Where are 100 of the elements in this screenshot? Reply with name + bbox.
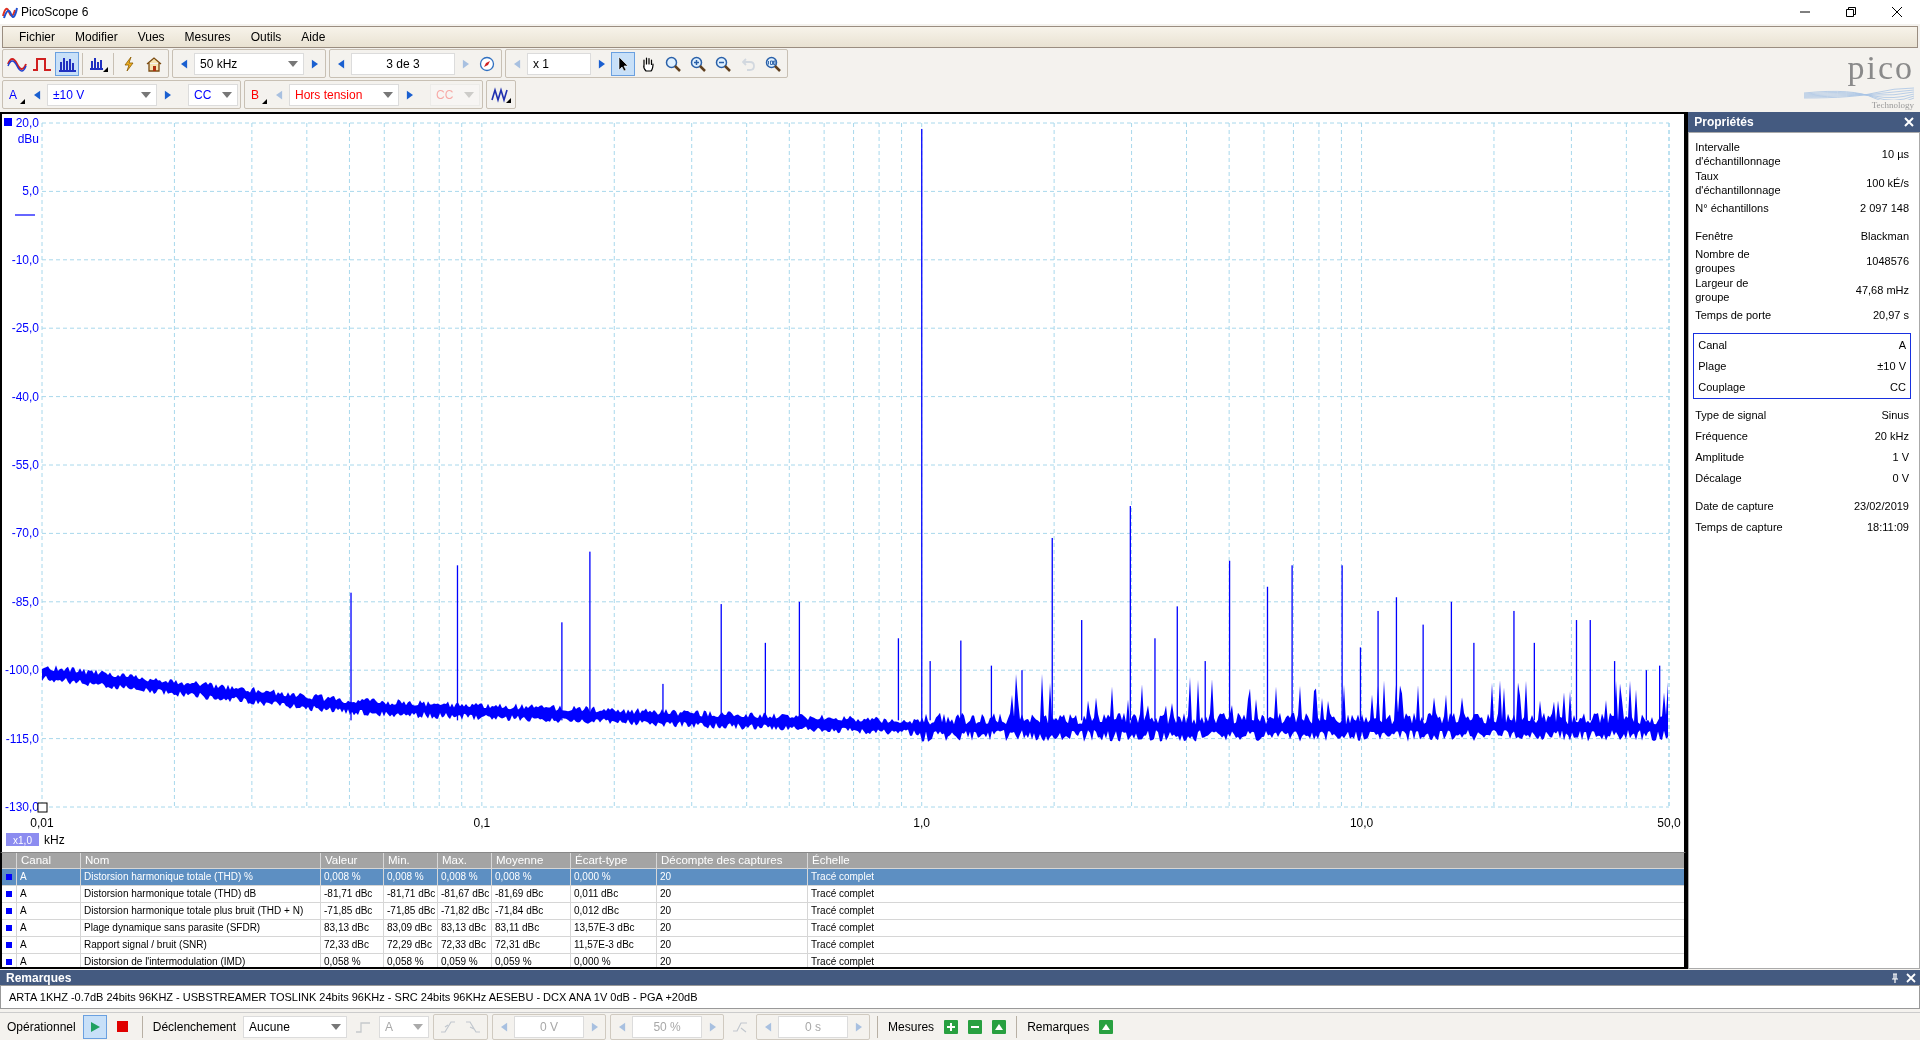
table-cell: 0,012 dBc — [570, 903, 656, 919]
property-value: CC — [1890, 381, 1906, 393]
trigger-mode-dropdown[interactable]: Aucune — [243, 1015, 348, 1038]
channel-marker-icon — [4, 118, 12, 126]
table-cell: 83,11 dBc — [491, 920, 570, 936]
property-value: 20,97 s — [1872, 309, 1909, 321]
table-row[interactable]: A Distorsion harmonique totale (THD) dB -81,71 dBc -81,71 dBc -81,67 dBc -81,69 dBc 0,011 dBc 20 Tracé complet — [2, 886, 1685, 903]
magnifier-icon — [690, 55, 706, 72]
table-cell: 0,008 % — [437, 869, 491, 885]
caret-icon — [383, 91, 393, 98]
stop-icon — [117, 1021, 129, 1032]
coupling-dropdown[interactable]: CC — [188, 83, 238, 106]
left-arrow-icon — [500, 1021, 508, 1032]
menu-item[interactable]: Vues — [127, 27, 175, 47]
channel-marker-icon — [6, 908, 12, 914]
menu-item[interactable]: Fichier — [9, 27, 65, 47]
view-mode-button[interactable] — [55, 51, 79, 76]
y-axis-label: -115,0 — [5, 731, 39, 746]
table-cell: 0,008 % — [383, 869, 437, 885]
left-arrow-icon — [337, 58, 345, 69]
channel-marker-icon — [6, 942, 12, 948]
table-cell: A — [16, 903, 80, 919]
y-axis-label: -130,0 — [4, 800, 39, 814]
caret-icon — [141, 91, 151, 98]
table-cell: Plage dynamique sans parasite (SFDR) — [80, 920, 320, 936]
property-label: Temps de capture — [1695, 520, 1783, 534]
table-cell: 13,57E-3 dBc — [570, 920, 656, 936]
table-row[interactable]: A Distorsion harmonique totale plus bruit (THD + N) -71,85 dBc -71,85 dBc -71,82 dBc -71,84 dBc 0,012 dBc 20 Tracé complet — [2, 903, 1685, 920]
logo-tagline: Technology — [1871, 100, 1914, 110]
property-label: Temps de porte — [1695, 308, 1772, 322]
menu-item[interactable]: Aide — [291, 27, 336, 47]
sine-wave-icon — [7, 55, 27, 72]
table-cell: -71,85 dBc — [383, 903, 437, 919]
caret-icon — [331, 1023, 342, 1030]
timebase-dropdown[interactable]: 50 kHz — [194, 52, 304, 75]
table-cell: Distorsion harmonique totale (THD) % — [80, 869, 320, 885]
right-arrow-icon — [163, 89, 171, 100]
left-arrow-icon — [180, 58, 188, 69]
spectrum-icon — [57, 55, 77, 72]
table-cell: Rapport signal / bruit (SNR) — [80, 937, 320, 953]
trigger-label: Déclenchement — [151, 1019, 238, 1034]
ruler-handle-icon[interactable] — [37, 802, 48, 813]
table-cell: 20 — [656, 903, 807, 919]
rising-edge-icon — [440, 1018, 457, 1035]
property-value: 1048576 — [1866, 255, 1909, 267]
x-axis-label: 50,0 — [1657, 816, 1681, 830]
property-value: 1 V — [1892, 451, 1909, 463]
pulse-icon — [32, 55, 52, 72]
table-cell: A — [16, 920, 80, 936]
left-arrow-icon — [513, 58, 521, 69]
table-cell: -81,69 dBc — [491, 886, 570, 902]
close-icon[interactable] — [1904, 117, 1914, 127]
pin-icon[interactable] — [1890, 972, 1900, 983]
right-arrow-icon — [708, 1021, 716, 1032]
caret-icon — [222, 91, 232, 98]
undo-icon — [740, 55, 756, 72]
caret-icon — [464, 91, 474, 98]
range-dropdown[interactable]: Hors tension — [289, 83, 399, 106]
property-value: 47,68 mHz — [1855, 284, 1909, 296]
table-cell: A — [16, 937, 80, 953]
property-label: Intervalle d'échantillonnage — [1695, 140, 1781, 168]
property-value: 20 kHz — [1874, 430, 1909, 442]
corner-triangle-icon — [262, 99, 267, 104]
table-cell: Tracé complet — [807, 869, 1685, 885]
channel-marker-icon — [6, 959, 12, 965]
table-cell: A — [16, 886, 80, 902]
run-button[interactable] — [82, 1014, 107, 1039]
table-row[interactable]: A Plage dynamique sans parasite (SFDR) 83,13 dBc 83,09 dBc 83,13 dBc 83,11 dBc 13,57E-3 dBc 20 Tracé complet — [2, 920, 1685, 937]
left-arrow-icon — [764, 1021, 772, 1032]
right-arrow-icon — [590, 1021, 598, 1032]
capture-field[interactable]: 3 de 3 — [351, 52, 455, 75]
right-arrow-icon — [854, 1021, 862, 1032]
x-axis-label: 0,1 — [473, 816, 491, 830]
panel-title: Remarques — [6, 970, 72, 985]
channel-marker-icon — [6, 874, 12, 880]
close-icon[interactable] — [1906, 972, 1916, 983]
zoom-field[interactable]: x 1 — [527, 52, 591, 75]
menu-item[interactable]: Outils — [240, 27, 292, 47]
channel-button[interactable]: A — [5, 82, 21, 107]
hand-icon — [640, 55, 656, 72]
y-axis-label: -85,0 — [11, 594, 39, 609]
table-cell: -71,84 dBc — [491, 903, 570, 919]
scale-badge: x1,0 — [6, 833, 39, 846]
menu-item[interactable]: Mesures — [174, 27, 241, 47]
table-cell: 11,57E-3 dBc — [570, 937, 656, 953]
table-cell: 20 — [656, 937, 807, 953]
tool-button[interactable] — [611, 51, 635, 76]
y-axis-label: -100,0 — [4, 663, 39, 678]
plus-icon — [944, 1019, 959, 1034]
remarks-field[interactable]: ARTA 1KHZ -0.7dB 24bits 96KHZ - USBSTREAMER TOSLINK 24bits 96KHz - SRC 24bits 96KHz AESEBU - DCX ANA 1V 0dB - PGA +20dB — [0, 985, 1920, 1009]
property-label: N° échantillons — [1695, 201, 1769, 215]
table-row[interactable]: A Rapport signal / bruit (SNR) 72,33 dBc 72,29 dBc 72,33 dBc 72,31 dBc 11,57E-3 dBc 20 Tracé complet — [2, 937, 1685, 954]
corner-triangle-icon — [20, 99, 25, 104]
table-cell: Tracé complet — [807, 920, 1685, 936]
property-value: 18:11:09 — [1867, 521, 1909, 533]
range-dropdown[interactable]: ±10 V — [47, 83, 157, 106]
menu-item[interactable]: Modifier — [65, 27, 128, 47]
table-cell: 83,09 dBc — [383, 920, 437, 936]
property-label: Plage — [1698, 359, 1727, 373]
channel-button[interactable]: B — [247, 82, 263, 107]
